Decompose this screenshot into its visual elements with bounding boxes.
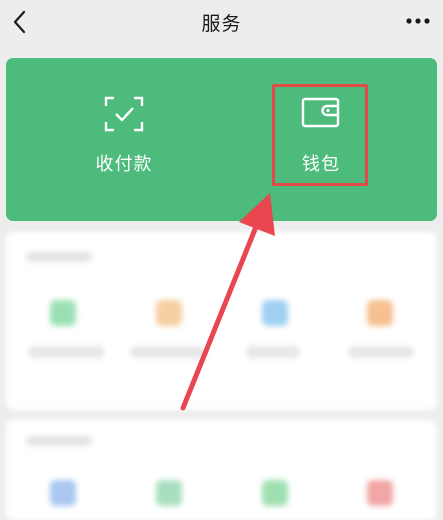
pointer-arrow <box>180 193 275 411</box>
